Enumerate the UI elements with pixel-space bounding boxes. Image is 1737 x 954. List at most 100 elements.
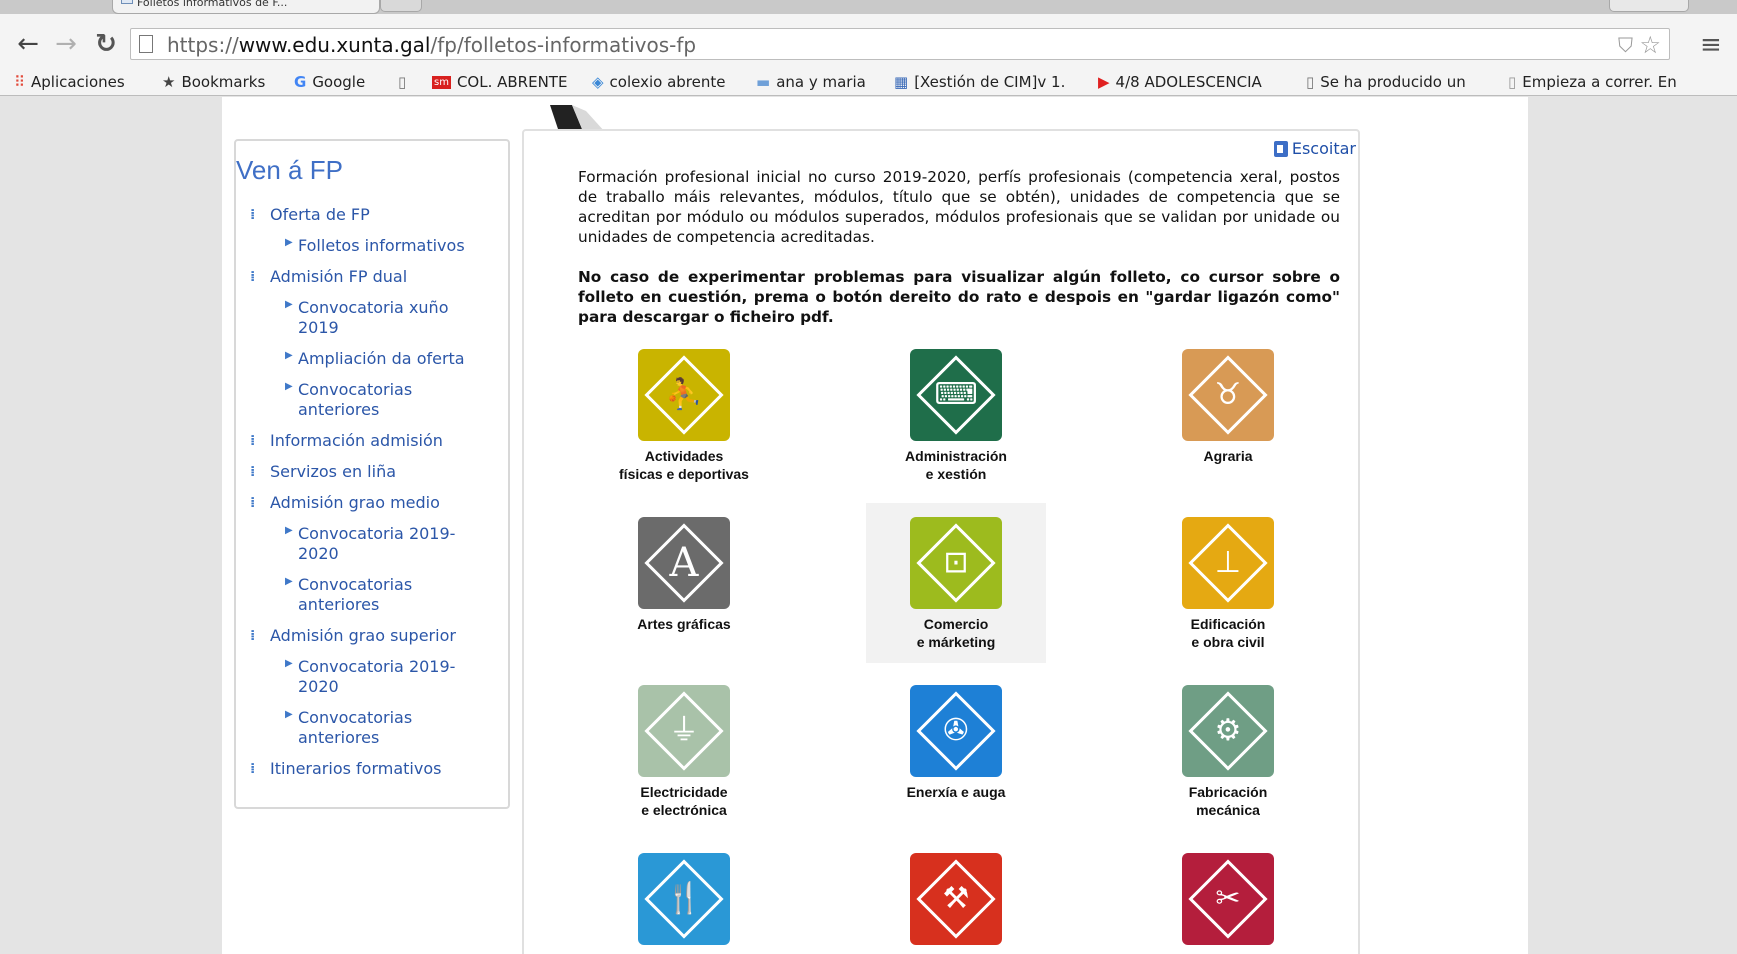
speaker-icon [1273,140,1288,157]
sidebar-item-servizos[interactable]: ⁞ Servizos en liña [236,462,506,482]
family-actividades-fisicas[interactable]: ⛹ Actividades físicas e deportivas [604,349,764,483]
bookmark-google[interactable]: G Google [294,73,365,91]
family-tile: A [638,517,730,609]
family-hostalaria[interactable]: 🍴 [604,853,764,945]
family-label: Comercio e márketing [916,616,996,650]
sidebar-item-itinerarios[interactable]: ⁞ Itinerarios formativos [236,759,506,779]
bookmark-xestion-cim[interactable]: ▦ [Xestión de CIM]v 1. [894,73,1065,91]
bookmark-se-ha-producido[interactable]: ▯ Se ha producido un [1306,73,1466,91]
address-bar[interactable]: https://www.edu.xunta.gal/fp/folletos-in… [130,28,1670,60]
intro-paragraph: Formación profesional inicial no curso 2… [578,168,1340,246]
listen-label: Escoitar [1291,139,1356,158]
sidebar-item-superior-convocatoria[interactable]: ▶ Convocatoria 2019-2020 [236,657,506,697]
page-icon: ▯ [1306,73,1315,91]
gears-icon: ⚙ [1214,713,1242,748]
reload-icon[interactable]: ↻ [92,30,120,58]
sidebar: Ven á FP ⁞ Oferta de FP ▶ Folletos informa… [234,139,510,809]
sidebar-item-label: Oferta de FP [270,205,370,224]
sidebar-item-ampliacion[interactable]: ▶ Ampliación da oferta [236,349,506,369]
sidebar-item-medio-anteriores[interactable]: ▶ Convocatorias anteriores [236,575,506,615]
sidebar-item-oferta-fp[interactable]: ⁞ Oferta de FP [236,205,506,225]
dots-bullet-icon: ⁞ [250,207,256,223]
page-icon: ▯ [398,73,407,91]
family-electricidade[interactable]: ⏚ Electricidade e electrónica [604,685,764,819]
sidebar-item-convocatorias-anteriores[interactable]: ▶ Convocatorias anteriores [236,380,506,420]
bookmark-star-icon[interactable]: ☆ [1639,31,1661,59]
dots-bullet-icon: ⁞ [250,628,256,644]
family-artes-graficas[interactable]: A Artes gráficas [604,517,764,633]
sidebar-item-informacion-admision[interactable]: ⁞ Información admisión [236,431,506,451]
sidebar-item-label: Convocatoria 2019-2020 [298,657,456,696]
url-text[interactable]: https://www.edu.xunta.gal/fp/folletos-in… [167,33,696,57]
browser-toolbar: ← → ↻ https://www.edu.xunta.gal/fp/folle… [0,14,1737,76]
sidebar-item-superior-anteriores[interactable]: ▶ Convocatorias anteriores [236,708,506,748]
bookmark-label: Aplicaciones [31,73,125,91]
shield-icon[interactable]: ⛉ [1618,33,1633,57]
family-tile: ✇ [910,685,1002,777]
profile-button[interactable] [1609,0,1689,12]
plug-icon: ⏚ [669,713,699,748]
family-label: Agraria [1203,448,1253,464]
bookmark-bookmarks[interactable]: ★ Bookmarks [162,73,265,91]
back-arrow-icon[interactable]: ← [14,30,42,58]
triangle-bullet-icon: ▶ [285,381,293,392]
family-imaxe-son[interactable]: ⚒ [876,853,1036,945]
family-tile: ⛹ [638,349,730,441]
sidebar-item-label: Ampliación da oferta [298,349,465,368]
family-tile: ✂ [1182,853,1274,945]
bookmark-apps[interactable]: ⠿ Aplicaciones [14,73,125,91]
letter-a-icon: A [669,540,699,586]
sidebar-item-label: Información admisión [270,431,443,450]
listen-button[interactable]: Escoitar [1273,139,1356,158]
sidebar-item-label: Convocatorias anteriores [298,380,413,419]
family-fabricacion[interactable]: ⚙ Fabricación mecánica [1148,685,1308,819]
tools-icon: ⚒ [942,881,970,916]
bookmark-adolescencia[interactable]: ▶ 4/8 ADOLESCENCIA [1098,73,1262,91]
family-tile: ⚙ [1182,685,1274,777]
triangle-bullet-icon: ▶ [285,299,293,310]
new-tab-button[interactable] [380,0,422,12]
bookmark-empieza-a-correr[interactable]: ▯ Empieza a correr. En [1508,73,1677,91]
sidebar-item-grao-superior[interactable]: ⁞ Admisión grao superior [236,626,506,646]
sidebar-item-admision-fp-dual[interactable]: ⁞ Admisión FP dual [236,267,506,287]
family-edificacion[interactable]: ⊥ Edificación e obra civil [1148,517,1308,651]
family-agraria[interactable]: ♉ Agraria [1148,349,1308,465]
menu-icon[interactable]: ≡ [1700,30,1722,60]
family-administracion[interactable]: ⌨ Administración e xestión [876,349,1036,483]
family-imaxe-persoal[interactable]: ✂ [1148,853,1308,945]
sidebar-item-convocatoria-xuno[interactable]: ▶ Convocatoria xuño 2019 [236,298,506,338]
family-label: Fabricación mecánica [1188,784,1268,818]
google-icon: G [294,73,307,91]
diamond-icon: ◈ [592,73,604,91]
bookmark-ana-y-maria[interactable]: ▬ ana y maria [756,73,866,91]
triangle-bullet-icon: ▶ [285,525,293,536]
browser-tab[interactable]: Folletos informativos de F... [112,0,380,14]
family-tile: ⌨ [910,349,1002,441]
bookmark-colexio-abrente[interactable]: ◈ colexio abrente [592,73,726,91]
bookmark-label: Google [312,73,366,91]
family-comercio[interactable]: ⊡ Comercio e márketing [866,503,1046,663]
family-label: Actividades físicas e deportivas [619,448,749,482]
favicon-icon [121,0,133,4]
sidebar-item-label: Folletos informativos [298,236,465,255]
bookmark-label: [Xestión de CIM]v 1. [914,73,1066,91]
page-viewport: Ven á FP ⁞ Oferta de FP ▶ Folletos informa… [8,97,1737,954]
bookmark-col-abrente[interactable]: sm COL. ABRENTE [432,73,567,91]
tab-title: Folletos informativos de F... [137,0,288,9]
n-icon: ▯ [1508,73,1517,91]
family-enerxia[interactable]: ✇ Enerxía e auga [876,685,1036,801]
sidebar-item-grao-medio[interactable]: ⁞ Admisión grao medio [236,493,506,513]
apps-grid-icon: ⠿ [14,73,25,91]
bookmark-label: Bookmarks [181,73,266,91]
bookmarks-bar: ⠿ Aplicaciones ★ Bookmarks G Google ▯ sm COL… [0,68,1737,96]
sidebar-title: Ven á FP [236,155,343,185]
sidebar-item-medio-convocatoria[interactable]: ▶ Convocatoria 2019-2020 [236,524,506,564]
page-icon [139,35,153,53]
shopping-bag-icon: ⊡ [943,545,969,580]
forward-arrow-icon[interactable]: → [52,30,80,58]
bookmark-page[interactable]: ▯ [398,73,412,91]
sidebar-item-folletos[interactable]: ▶ Folletos informativos [236,236,506,256]
dots-bullet-icon: ⁞ [250,464,256,480]
bookmark-label: Se ha producido un [1320,73,1466,91]
triangle-bullet-icon: ▶ [285,658,293,669]
